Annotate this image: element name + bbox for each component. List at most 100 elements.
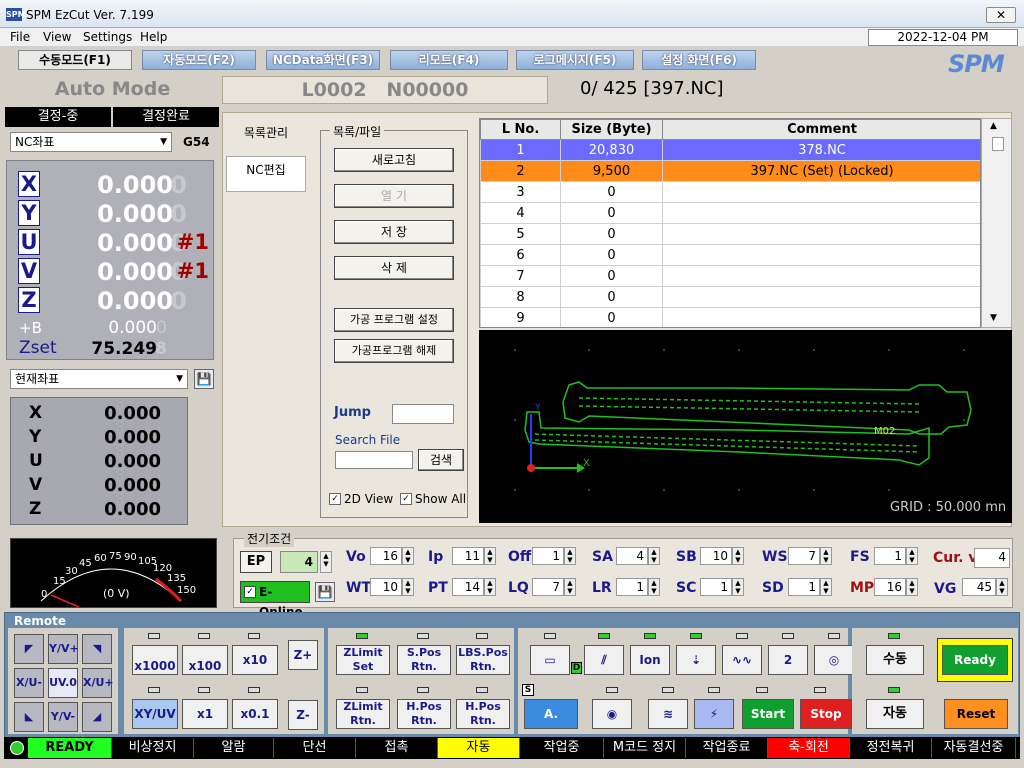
jog-up-left[interactable]: ◤ bbox=[14, 634, 44, 664]
tab-log[interactable]: 로그메시지(F5) bbox=[516, 50, 634, 70]
jog-down-right[interactable]: ◢ bbox=[82, 702, 112, 732]
tab-manual-mode[interactable]: 수동모드(F1) bbox=[18, 50, 132, 70]
manual-button[interactable]: 수동 bbox=[866, 645, 924, 675]
close-button[interactable]: ✕ bbox=[986, 7, 1016, 23]
table-row[interactable]: 60 bbox=[480, 244, 980, 266]
scroll-up-icon[interactable]: ▲ bbox=[990, 121, 997, 131]
table-row[interactable]: 50 bbox=[480, 223, 980, 245]
param-lr-value[interactable]: 1 bbox=[616, 578, 648, 596]
tab-auto-mode[interactable]: 자동모드(F2) bbox=[142, 50, 256, 70]
ep-spinner[interactable]: ▲ ▼ bbox=[320, 551, 332, 573]
param-sd-spinner[interactable]: ▲ ▼ bbox=[820, 578, 832, 596]
table-scrollbar[interactable]: ▲ ▼ bbox=[981, 118, 1012, 328]
save-button[interactable]: 저 장 bbox=[334, 220, 454, 244]
table-row[interactable]: 80 bbox=[480, 286, 980, 308]
mult-button-x1000[interactable]: x1000 bbox=[132, 645, 178, 675]
z-plus-button[interactable]: Z+ bbox=[288, 640, 318, 670]
wire-feed-icon[interactable]: ⇣ bbox=[676, 645, 716, 675]
col-size[interactable]: Size (Byte) bbox=[560, 119, 663, 140]
param-vo-value[interactable]: 16 bbox=[370, 547, 402, 565]
menu-settings[interactable]: Settings bbox=[83, 30, 132, 44]
mult-button-x100[interactable]: x100 bbox=[182, 645, 228, 675]
param-sb-spinner[interactable]: ▲ ▼ bbox=[732, 547, 744, 565]
e-online-toggle[interactable]: ✓E-Online bbox=[240, 581, 310, 619]
wire-cut-icon[interactable]: ⫽ bbox=[584, 645, 624, 675]
param-lq-spinner[interactable]: ▲ ▼ bbox=[564, 578, 576, 596]
param-wt-spinner[interactable]: ▲ ▼ bbox=[402, 578, 414, 596]
a-start-button[interactable]: A. Start bbox=[524, 699, 578, 749]
mult-button-x10[interactable]: x10 bbox=[232, 645, 278, 675]
param-vo-spinner[interactable]: ▲ ▼ bbox=[402, 547, 414, 565]
param-fs-value[interactable]: 1 bbox=[874, 547, 906, 565]
start-button[interactable]: Start bbox=[742, 699, 794, 729]
save-icon[interactable]: 💾 bbox=[315, 582, 335, 602]
jog-x-plus[interactable]: X/U+ bbox=[82, 668, 114, 698]
param-wt-value[interactable]: 10 bbox=[370, 578, 402, 596]
search-button[interactable]: 검색 bbox=[418, 449, 464, 471]
mult-button-xyuv[interactable]: XY/UV bbox=[132, 699, 178, 729]
param-ws-value[interactable]: 7 bbox=[788, 547, 820, 565]
jog-y-minus[interactable]: Y/V- bbox=[48, 702, 78, 732]
param-ip-value[interactable]: 11 bbox=[452, 547, 484, 565]
op-button-2[interactable]: LBS.Pos Rtn. bbox=[456, 645, 510, 675]
tab-remote[interactable]: 리모트(F4) bbox=[390, 50, 508, 70]
jump-input[interactable] bbox=[392, 404, 454, 424]
z-minus-button[interactable]: Z- bbox=[288, 700, 318, 730]
tank-icon[interactable]: ▭ bbox=[530, 645, 570, 675]
table-row[interactable]: 30 bbox=[480, 181, 980, 203]
jog-uv0[interactable]: UV.0 bbox=[48, 668, 78, 698]
ready-button[interactable]: Ready bbox=[942, 645, 1008, 675]
param-mp-value[interactable]: 16 bbox=[874, 578, 906, 596]
mult-button-x01[interactable]: x0.1 bbox=[232, 699, 278, 729]
op-button-5[interactable]: H.Pos Rtn. bbox=[456, 699, 510, 729]
refresh-button[interactable]: 새로고침 bbox=[334, 148, 454, 172]
param-sc-value[interactable]: 1 bbox=[700, 578, 732, 596]
tab-nc-edit[interactable]: NC편집 bbox=[226, 156, 306, 192]
vg-spinner[interactable]: ▲ ▼ bbox=[996, 578, 1008, 596]
set-program-button[interactable]: 가공 프로그램 설정 bbox=[334, 308, 454, 332]
delete-button[interactable]: 삭 제 bbox=[334, 256, 454, 280]
jog-down-left[interactable]: ◣ bbox=[14, 702, 44, 732]
param-lq-value[interactable]: 7 bbox=[532, 578, 564, 596]
step-icon[interactable]: 2 bbox=[768, 645, 808, 675]
coord-select[interactable]: NC좌표 ▼ bbox=[10, 132, 172, 152]
table-row[interactable]: 40 bbox=[480, 202, 980, 224]
param-ws-spinner[interactable]: ▲ ▼ bbox=[820, 547, 832, 565]
tab-list-management[interactable]: 목록관리 bbox=[226, 124, 306, 154]
spray-icon[interactable]: ≋ bbox=[648, 699, 688, 729]
power-icon[interactable]: ⚡ bbox=[694, 699, 734, 729]
stop-button[interactable]: Stop bbox=[800, 699, 852, 729]
param-sd-value[interactable]: 1 bbox=[788, 578, 820, 596]
show-all-checkbox[interactable]: ✓ bbox=[400, 493, 412, 505]
param-sa-spinner[interactable]: ▲ ▼ bbox=[648, 547, 660, 565]
toolpath-view[interactable]: M02 X Y bbox=[479, 330, 1012, 523]
scroll-thumb[interactable] bbox=[992, 137, 1004, 151]
save-icon[interactable]: 💾 bbox=[194, 369, 214, 389]
jog-y-plus[interactable]: Y/V+ bbox=[48, 634, 79, 664]
op-button-0[interactable]: ZLimit Set bbox=[336, 645, 390, 675]
table-row[interactable]: 1 20,830 378.NC bbox=[480, 139, 980, 161]
tab-ncdata[interactable]: NCData화면(F3) bbox=[266, 50, 380, 70]
ion-button[interactable]: Ion bbox=[630, 645, 670, 675]
param-off-spinner[interactable]: ▲ ▼ bbox=[564, 547, 576, 565]
menu-help[interactable]: Help bbox=[140, 30, 167, 44]
view-2d-checkbox[interactable]: ✓ bbox=[329, 493, 341, 505]
op-button-1[interactable]: S.Pos Rtn. bbox=[397, 645, 451, 675]
scroll-down-icon[interactable]: ▼ bbox=[990, 313, 997, 323]
param-ip-spinner[interactable]: ▲ ▼ bbox=[484, 547, 496, 565]
wave-icon[interactable]: ∿∿ bbox=[722, 645, 762, 675]
spool-icon[interactable]: ◎ bbox=[814, 645, 854, 675]
release-program-button[interactable]: 가공프로그램 해제 bbox=[334, 339, 454, 363]
jog-up-right[interactable]: ◥ bbox=[82, 634, 112, 664]
ep-button[interactable]: EP bbox=[240, 551, 272, 573]
col-lno[interactable]: L No. bbox=[480, 119, 561, 140]
param-sc-spinner[interactable]: ▲ ▼ bbox=[732, 578, 744, 596]
reset-button[interactable]: Reset bbox=[944, 699, 1008, 729]
search-file-input[interactable] bbox=[335, 451, 413, 469]
param-off-value[interactable]: 1 bbox=[532, 547, 564, 565]
table-row[interactable]: 2 9,500 397.NC (Set) (Locked) bbox=[480, 160, 980, 182]
param-lr-spinner[interactable]: ▲ ▼ bbox=[648, 578, 660, 596]
open-button[interactable]: 열 기 bbox=[334, 184, 454, 208]
param-sa-value[interactable]: 4 bbox=[616, 547, 648, 565]
table-row[interactable]: 90 bbox=[480, 307, 980, 327]
